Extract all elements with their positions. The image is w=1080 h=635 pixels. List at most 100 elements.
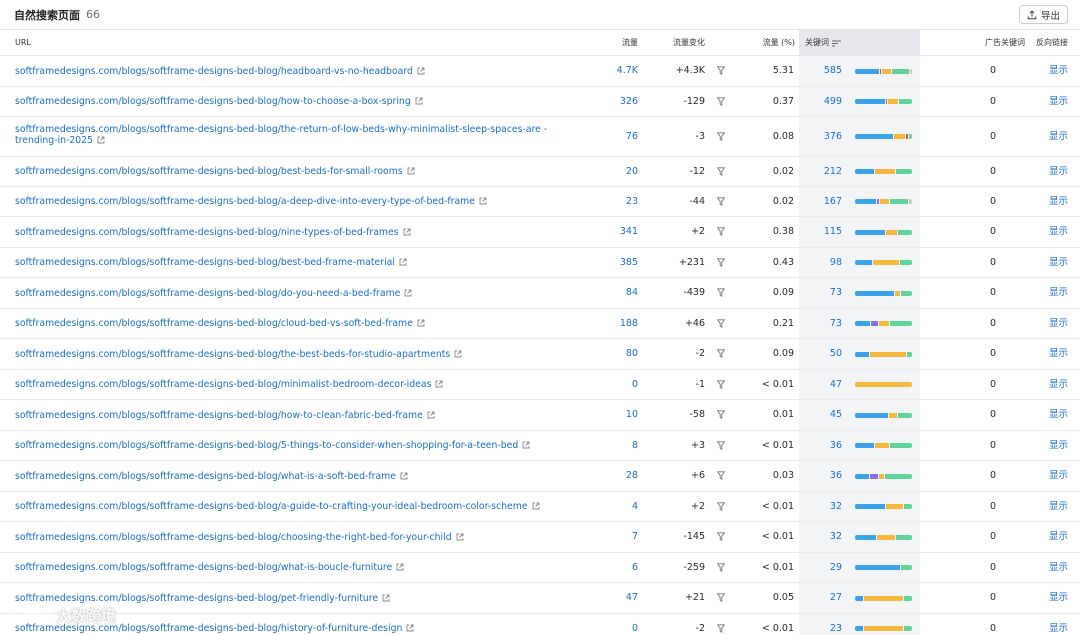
traffic-value[interactable]: 7	[598, 531, 638, 543]
traffic-value[interactable]: 4.7K	[598, 65, 638, 77]
filter-button[interactable]	[716, 319, 726, 332]
page-url-link[interactable]: softframedesigns.com/blogs/softframe-des…	[15, 288, 575, 299]
filter-button[interactable]	[716, 532, 726, 545]
filter-icon[interactable]	[716, 380, 726, 389]
filter-icon[interactable]	[716, 319, 726, 328]
keywords-count-link[interactable]: 23	[806, 623, 842, 635]
page-url-link[interactable]: softframedesigns.com/blogs/softframe-des…	[15, 124, 575, 146]
filter-button[interactable]	[716, 563, 726, 576]
keywords-count-link[interactable]: 36	[806, 470, 842, 482]
traffic-value[interactable]: 20	[598, 166, 638, 178]
column-backlinks[interactable]: 反向链接	[1030, 30, 1068, 56]
filter-icon[interactable]	[716, 349, 726, 359]
keywords-count-link[interactable]: 50	[806, 348, 842, 360]
traffic-value[interactable]: 47	[598, 592, 638, 604]
page-url-link[interactable]: softframedesigns.com/blogs/softframe-des…	[15, 227, 575, 238]
page-url-link[interactable]: softframedesigns.com/blogs/softframe-des…	[15, 257, 575, 268]
external-link-icon[interactable]	[435, 380, 443, 388]
external-link-icon[interactable]	[404, 289, 412, 297]
filter-icon[interactable]	[716, 97, 726, 106]
backlinks-show-link[interactable]: 显示	[1030, 501, 1068, 513]
filter-icon[interactable]	[716, 197, 726, 206]
filter-button[interactable]	[716, 380, 726, 393]
external-link-icon[interactable]	[396, 563, 404, 571]
external-link-icon[interactable]	[407, 167, 415, 175]
filter-icon[interactable]	[716, 258, 726, 267]
export-button[interactable]: 导出	[1018, 5, 1068, 24]
column-traffic[interactable]: 流量	[618, 30, 638, 56]
external-link-icon[interactable]	[454, 350, 462, 358]
page-url-link[interactable]: softframedesigns.com/blogs/softframe-des…	[15, 471, 575, 482]
backlinks-show-link[interactable]: 显示	[1030, 470, 1068, 482]
page-url-link[interactable]: softframedesigns.com/blogs/softframe-des…	[15, 593, 575, 604]
backlinks-show-link[interactable]: 显示	[1030, 440, 1068, 452]
filter-button[interactable]	[716, 441, 726, 454]
backlinks-show-link[interactable]: 显示	[1030, 531, 1068, 543]
traffic-value[interactable]: 0	[598, 379, 638, 391]
keywords-count-link[interactable]: 585	[806, 65, 842, 77]
traffic-value[interactable]: 326	[598, 96, 638, 108]
page-url-link[interactable]: softframedesigns.com/blogs/softframe-des…	[15, 501, 575, 512]
keywords-count-link[interactable]: 376	[806, 131, 842, 143]
filter-icon[interactable]	[716, 132, 726, 141]
external-link-icon[interactable]	[403, 228, 411, 236]
filter-icon[interactable]	[716, 532, 726, 542]
keywords-count-link[interactable]: 115	[806, 226, 842, 238]
keywords-count-link[interactable]: 98	[806, 257, 842, 269]
page-url-link[interactable]: softframedesigns.com/blogs/softframe-des…	[15, 562, 575, 573]
traffic-value[interactable]: 28	[598, 470, 638, 482]
column-keywords[interactable]: 关键词	[799, 30, 920, 56]
filter-button[interactable]	[716, 410, 726, 423]
backlinks-show-link[interactable]: 显示	[1030, 287, 1068, 299]
page-url-link[interactable]: softframedesigns.com/blogs/softframe-des…	[15, 379, 575, 390]
keywords-count-link[interactable]: 45	[806, 409, 842, 421]
page-url-link[interactable]: softframedesigns.com/blogs/softframe-des…	[15, 166, 575, 177]
keywords-count-link[interactable]: 32	[806, 531, 842, 543]
filter-button[interactable]	[716, 502, 726, 515]
backlinks-show-link[interactable]: 显示	[1030, 226, 1068, 238]
external-link-icon[interactable]	[399, 258, 407, 266]
filter-button[interactable]	[716, 166, 726, 180]
backlinks-show-link[interactable]: 显示	[1030, 562, 1068, 574]
page-url-link[interactable]: softframedesigns.com/blogs/softframe-des…	[15, 440, 575, 451]
external-link-icon[interactable]	[400, 472, 408, 480]
keywords-count-link[interactable]: 47	[806, 379, 842, 391]
external-link-icon[interactable]	[427, 411, 435, 419]
column-traffic-percent[interactable]: 流量 (%)	[755, 30, 795, 56]
keywords-count-link[interactable]: 167	[806, 196, 842, 208]
backlinks-show-link[interactable]: 显示	[1030, 257, 1068, 269]
external-link-icon[interactable]	[417, 67, 425, 75]
filter-icon[interactable]	[716, 166, 726, 176]
keywords-count-link[interactable]: 499	[806, 96, 842, 108]
column-url[interactable]: URL	[15, 30, 31, 56]
filter-button[interactable]	[716, 227, 726, 240]
page-url-link[interactable]: softframedesigns.com/blogs/softframe-des…	[15, 66, 575, 77]
external-link-icon[interactable]	[532, 502, 540, 510]
filter-button[interactable]	[716, 97, 726, 110]
filter-button[interactable]	[716, 132, 726, 145]
filter-icon[interactable]	[716, 227, 726, 237]
traffic-value[interactable]: 188	[598, 318, 638, 330]
keywords-count-link[interactable]: 36	[806, 440, 842, 452]
traffic-value[interactable]: 6	[598, 562, 638, 574]
traffic-value[interactable]: 10	[598, 409, 638, 421]
filter-button[interactable]	[716, 593, 726, 606]
filter-button[interactable]	[716, 624, 726, 635]
filter-icon[interactable]	[716, 563, 726, 572]
keywords-count-link[interactable]: 212	[806, 166, 842, 178]
backlinks-show-link[interactable]: 显示	[1030, 409, 1068, 421]
traffic-value[interactable]: 84	[598, 287, 638, 299]
filter-button[interactable]	[716, 197, 726, 210]
external-link-icon[interactable]	[97, 136, 105, 144]
keywords-count-link[interactable]: 73	[806, 318, 842, 330]
filter-icon[interactable]	[716, 624, 726, 633]
column-traffic-change[interactable]: 流量变化	[660, 30, 705, 56]
traffic-value[interactable]: 4	[598, 501, 638, 513]
filter-icon[interactable]	[716, 471, 726, 481]
external-link-icon[interactable]	[382, 594, 390, 602]
backlinks-show-link[interactable]: 显示	[1030, 623, 1068, 635]
backlinks-show-link[interactable]: 显示	[1030, 318, 1068, 330]
keywords-count-link[interactable]: 32	[806, 501, 842, 513]
filter-button[interactable]	[716, 471, 726, 484]
backlinks-show-link[interactable]: 显示	[1030, 96, 1068, 108]
